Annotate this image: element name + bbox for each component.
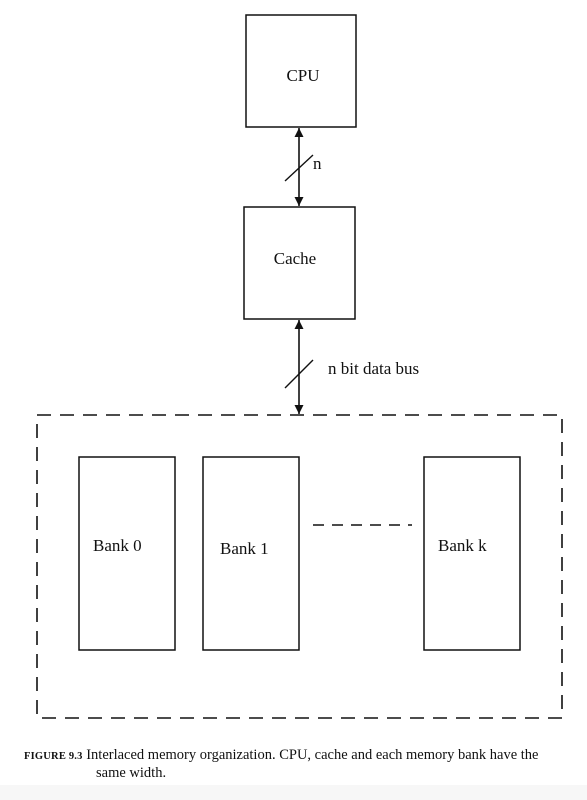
cache-memory-bus: n bit data bus <box>284 320 419 414</box>
cache-box: Cache <box>243 206 356 320</box>
bank-0-box: Bank 0 <box>78 456 176 651</box>
caption-text-line1: Interlaced memory organization. CPU, cac… <box>86 747 539 763</box>
cache-label: Cache <box>274 249 316 268</box>
memory-organization-diagram: CPU n Cache n bit data bus Bank 0 Bank 1… <box>36 14 563 719</box>
figure-caption: FIGURE 9.3 Interlaced memory organizatio… <box>24 747 579 782</box>
cpu-cache-bus: n <box>284 128 322 206</box>
data-bus-label: n bit data bus <box>328 359 419 378</box>
figure-number: FIGURE 9.3 <box>24 751 83 762</box>
bank-k-box: Bank k <box>423 456 521 651</box>
bank-1-box: Bank 1 <box>202 456 300 651</box>
cpu-cache-bus-label: n <box>313 154 322 173</box>
bank-k-label: Bank k <box>438 536 487 555</box>
page-bottom-band <box>0 785 587 800</box>
cpu-label: CPU <box>286 66 319 85</box>
bank-1-label: Bank 1 <box>220 539 269 558</box>
cpu-box: CPU <box>245 14 357 128</box>
caption-text-line2: same width. <box>96 765 167 781</box>
bank-0-label: Bank 0 <box>93 536 142 555</box>
